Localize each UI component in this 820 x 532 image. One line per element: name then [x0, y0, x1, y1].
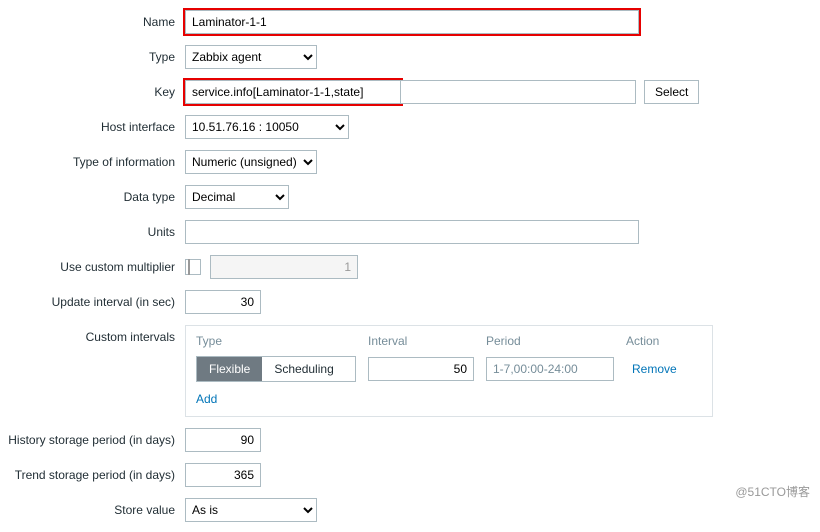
flexible-button[interactable]: Flexible [197, 357, 262, 381]
custom-intervals-label: Custom intervals [0, 325, 185, 344]
intervals-header-action: Action [626, 334, 686, 348]
history-storage-input[interactable] [185, 428, 261, 452]
host-interface-select[interactable]: 10.51.76.16 : 10050 [185, 115, 349, 139]
trend-storage-label: Trend storage period (in days) [0, 463, 185, 482]
type-info-select[interactable]: Numeric (unsigned) [185, 150, 317, 174]
add-link[interactable]: Add [196, 392, 217, 406]
multiplier-checkbox[interactable] [185, 259, 201, 275]
host-interface-label: Host interface [0, 115, 185, 134]
scheduling-button[interactable]: Scheduling [262, 357, 345, 381]
multiplier-label: Use custom multiplier [0, 255, 185, 274]
name-label: Name [0, 10, 185, 29]
history-storage-label: History storage period (in days) [0, 428, 185, 447]
interval-type-toggle: Flexible Scheduling [196, 356, 356, 382]
watermark: @51CTO博客 [735, 483, 810, 500]
intervals-header-period: Period [486, 334, 626, 348]
key-input[interactable] [185, 80, 401, 104]
intervals-header-type: Type [196, 334, 368, 348]
store-value-select[interactable]: As is [185, 498, 317, 522]
select-button[interactable]: Select [644, 80, 699, 104]
type-info-label: Type of information [0, 150, 185, 169]
units-input[interactable] [185, 220, 639, 244]
name-input[interactable] [185, 10, 639, 34]
data-type-select[interactable]: Decimal [185, 185, 289, 209]
key-label: Key [0, 80, 185, 99]
interval-row: Flexible Scheduling Remove [196, 356, 702, 382]
update-interval-input[interactable] [185, 290, 261, 314]
key-input-rest[interactable] [401, 80, 636, 104]
remove-link[interactable]: Remove [632, 362, 677, 376]
data-type-label: Data type [0, 185, 185, 204]
type-select[interactable]: Zabbix agent [185, 45, 317, 69]
multiplier-input [210, 255, 358, 279]
trend-storage-input[interactable] [185, 463, 261, 487]
custom-intervals-box: Type Interval Period Action Flexible Sch… [185, 325, 713, 417]
type-label: Type [0, 45, 185, 64]
units-label: Units [0, 220, 185, 239]
intervals-header-interval: Interval [368, 334, 486, 348]
interval-period-input[interactable] [486, 357, 614, 381]
update-interval-label: Update interval (in sec) [0, 290, 185, 309]
interval-value-input[interactable] [368, 357, 474, 381]
